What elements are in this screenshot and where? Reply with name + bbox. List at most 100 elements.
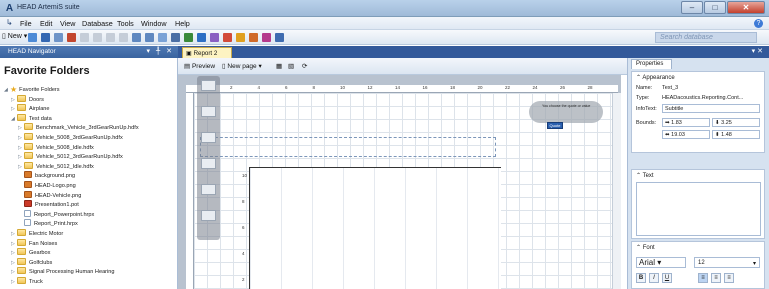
preview-button[interactable]: ▤ Preview	[184, 62, 215, 70]
menu-tools[interactable]: Tools	[117, 19, 134, 28]
italic-button[interactable]: I	[649, 273, 659, 283]
menu-bar: ↳ File Edit View Database Tools Window H…	[0, 17, 769, 30]
tab-properties[interactable]: Properties	[631, 59, 672, 69]
new-page-button[interactable]: ▯ New page ▾	[222, 62, 262, 70]
tree-item-label: Electric Motor	[29, 231, 64, 237]
ruler-tick-label: 18	[450, 85, 456, 90]
settings-icon[interactable]	[262, 33, 271, 42]
palette-shape-icon[interactable]	[201, 184, 216, 195]
font-header[interactable]: ⌃ Font	[636, 244, 655, 251]
bounds-y-field[interactable]: ⬇ 3.25	[712, 118, 760, 127]
align-right-button[interactable]: ≡	[724, 273, 734, 283]
folder-icon	[17, 248, 26, 256]
infotext-field[interactable]: Subtitle	[662, 104, 760, 113]
tree-item[interactable]: ▷ Vehicle_5008_Idle.hdfx	[18, 142, 94, 152]
palette-image-icon[interactable]	[201, 158, 216, 169]
play-icon[interactable]	[184, 33, 193, 42]
tree-item[interactable]: ▷ Doors	[11, 94, 44, 104]
open-icon[interactable]	[28, 33, 37, 42]
palette-line-icon[interactable]	[201, 210, 216, 221]
refresh-icon[interactable]: ⟳	[302, 62, 307, 70]
save-all-icon[interactable]	[54, 33, 63, 42]
tree-item[interactable]: ▷ Electric Motor	[11, 229, 63, 238]
paste-icon[interactable]	[106, 33, 115, 42]
menu-edit[interactable]: Edit	[40, 19, 52, 28]
help-icon[interactable]: ?	[754, 19, 763, 28]
palette-text-icon[interactable]	[201, 80, 216, 91]
bounds-x-field[interactable]: ➡ 1.83	[662, 118, 710, 127]
tree-item[interactable]: ▷ Gearbox	[11, 248, 50, 257]
user-icon[interactable]	[275, 33, 284, 42]
delete-icon[interactable]	[119, 33, 128, 42]
selected-text-element[interactable]	[200, 137, 496, 157]
tree-item[interactable]: ▷ Golfclubs	[11, 257, 52, 267]
navigator-controls[interactable]: ▾ ╀ ✕	[147, 47, 174, 55]
tree-item[interactable]: ▷ Signal Processing Human Hearing	[11, 267, 115, 276]
menu-window[interactable]: Window	[141, 19, 167, 28]
folder-icon	[17, 113, 26, 121]
print-icon[interactable]	[67, 33, 76, 42]
filter-icon[interactable]	[210, 33, 219, 42]
bounds-height-field[interactable]: ⬍ 1.48	[712, 130, 760, 139]
tree-item[interactable]: ▷ Vehicle_5012_3rdGearRunUp.hdfx	[18, 152, 123, 161]
tree-item[interactable]: ▷ Airplane	[11, 104, 50, 113]
tree-item-label: HEAD-Logo.png	[35, 183, 76, 189]
record-icon[interactable]	[223, 33, 232, 42]
search-input[interactable]: Search database	[655, 32, 757, 43]
app-menu-icon[interactable]: ↳	[6, 18, 13, 27]
tab-report-2[interactable]: ▣ Report 2	[182, 47, 232, 58]
font-size-select[interactable]: 12 ▾	[694, 257, 760, 268]
tree-item[interactable]: ▷ Fan Noises	[11, 238, 57, 248]
menu-file[interactable]: File	[20, 19, 32, 28]
tools-icon[interactable]	[249, 33, 258, 42]
bold-button[interactable]: B	[636, 273, 646, 283]
font-family-select[interactable]: Arial ▾	[636, 257, 686, 268]
tree-item[interactable]: ▷ Truck	[11, 277, 43, 286]
align-center-button[interactable]: ≡	[711, 273, 721, 283]
redo-icon[interactable]	[145, 33, 154, 42]
zoom-icon[interactable]	[158, 33, 167, 42]
new-button[interactable]: ▯ New ▾	[2, 32, 27, 40]
text-content-field[interactable]	[636, 182, 761, 236]
palette-diagram-icon[interactable]	[201, 106, 216, 117]
menu-database[interactable]: Database	[82, 19, 113, 28]
menu-view[interactable]: View	[60, 19, 75, 28]
tree-item[interactable]: ◢ ★ Favorite Folders	[4, 85, 60, 94]
tree-item[interactable]: background.png	[18, 171, 75, 180]
tree-item[interactable]: ▷ Vehicle_5008_3rdGearRunUp.hdfx	[18, 133, 123, 142]
save-icon[interactable]	[41, 33, 50, 42]
maximize-button[interactable]: □	[704, 1, 726, 14]
align-left-button[interactable]: ≡	[698, 273, 708, 283]
tree-item[interactable]: ▷ Vehicle_5012_Idle.hdfx	[18, 161, 94, 171]
export-icon[interactable]: ▧	[288, 62, 294, 70]
menu-help[interactable]: Help	[175, 19, 190, 28]
diagram-element[interactable]	[249, 167, 501, 289]
bounds-width-field[interactable]: ⬌ 19.03	[662, 130, 710, 139]
palette-table-icon[interactable]	[201, 132, 216, 143]
quote-badge[interactable]: Quote	[547, 122, 563, 129]
undo-icon[interactable]	[132, 33, 141, 42]
tree-item[interactable]: ◢ Test data	[11, 113, 52, 123]
minimize-button[interactable]: –	[681, 1, 703, 14]
tree-item[interactable]: ▷ Benchmark_Vehicle_3rdGearRunUp.hdfx	[18, 123, 139, 132]
close-tab-icon[interactable]: ▾ ✕	[752, 47, 763, 55]
tree-item[interactable]: HEAD-Vehicle.png	[18, 190, 81, 200]
chart-icon[interactable]	[197, 33, 206, 42]
tree-item[interactable]: Report_Print.hrpx	[18, 219, 78, 228]
canvas-scrollbar[interactable]	[612, 93, 621, 289]
tree-item-label: Vehicle_5008_3rdGearRunUp.hdfx	[36, 135, 123, 141]
text-header[interactable]: ⌃ Text	[636, 172, 654, 179]
page-setup-icon[interactable]: ▦	[276, 62, 282, 70]
folder-icon[interactable]	[236, 33, 245, 42]
tree-item[interactable]: HEAD-Logo.png	[18, 181, 76, 190]
tree-item[interactable]: Presentation1.pot	[18, 200, 79, 209]
copy-icon[interactable]	[93, 33, 102, 42]
analysis-icon[interactable]	[171, 33, 180, 42]
quote-hud[interactable]: You choose the quote or value	[529, 101, 603, 123]
properties-panel: Properties ⌃ Appearance Name: Text_3 Typ…	[627, 58, 769, 289]
close-button[interactable]: ✕	[727, 1, 765, 14]
cut-icon[interactable]	[80, 33, 89, 42]
underline-button[interactable]: U	[662, 273, 672, 283]
tree-item[interactable]: Report_Powerpoint.hrpx	[18, 209, 94, 219]
appearance-header[interactable]: ⌃ Appearance	[636, 74, 675, 81]
